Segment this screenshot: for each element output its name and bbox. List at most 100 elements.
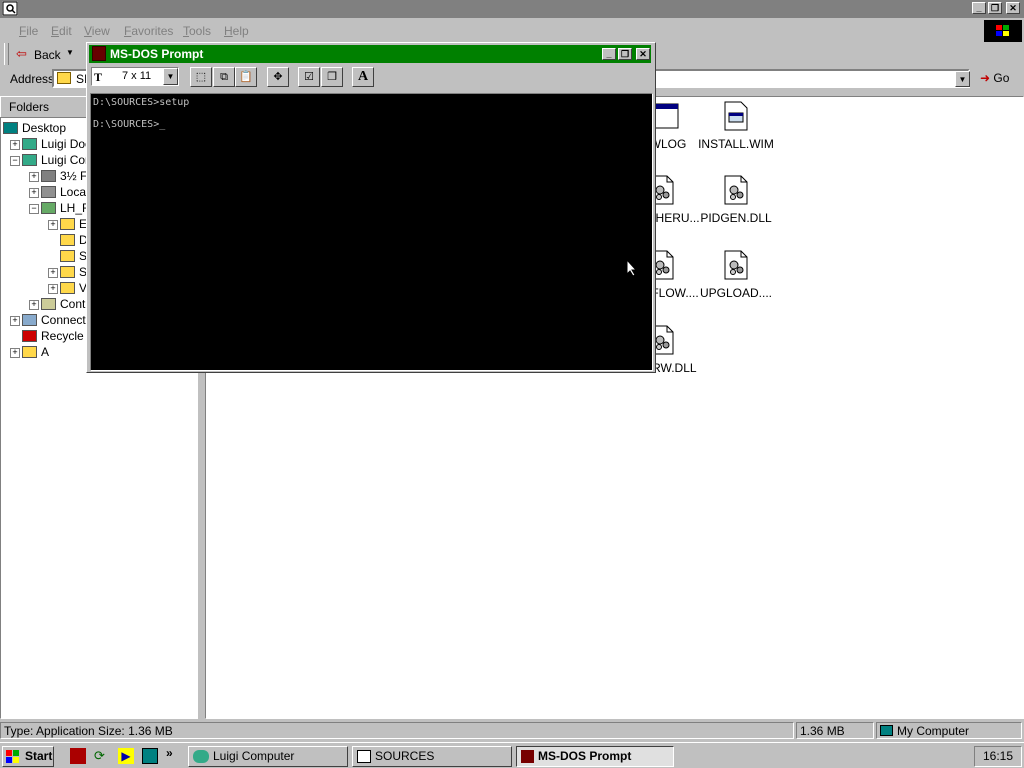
background-button[interactable]: ❐ [321,67,343,87]
explorer-icon [357,750,371,763]
tree-item-label: 3½ F [60,169,88,183]
taskbar-button-sources[interactable]: SOURCES [352,746,512,767]
network-computer-icon [193,750,209,763]
msdos-launch-icon[interactable] [70,748,86,764]
address-dropdown-button[interactable]: ▼ [955,71,970,87]
dos-titlebar[interactable]: MS-DOS Prompt _ ❐ ✕ [89,45,651,63]
dos-maximize-button[interactable]: ❐ [618,48,632,60]
folders-title: Folders [9,100,50,114]
mark-button[interactable]: ⬚ [190,67,212,87]
toolbar-grip[interactable] [4,43,9,65]
media-player-icon[interactable]: ▶ [118,748,134,764]
collapse-icon[interactable]: − [10,156,20,166]
file-name: INSTALL.WIM [698,137,774,151]
status-zone-label: My Computer [897,724,970,738]
cd-drive-icon [41,202,56,214]
start-button[interactable]: Start [2,746,54,767]
control-panel-icon [41,298,56,310]
menu-help[interactable]: Help [224,24,249,38]
folder-icon [60,218,75,230]
minimize-button[interactable]: _ [972,2,986,14]
tree-item-label: Luigi Doc [41,137,92,151]
recycle-bin-icon [22,330,37,342]
system-clock[interactable]: 16:15 [974,746,1022,767]
close-button[interactable]: ✕ [1006,2,1020,14]
expand-icon[interactable]: + [29,300,39,310]
font-size-select[interactable]: T 7 x 11 ▼ [91,67,179,86]
status-bar: Type: Application Size: 1.36 MB 1.36 MB … [0,721,1024,741]
expand-icon[interactable]: + [10,316,20,326]
floppy-icon [41,170,56,182]
dll-icon [723,250,749,280]
font-a-icon: A [357,69,369,84]
expand-icon[interactable]: + [10,348,20,358]
start-label: Start [25,749,53,763]
collapse-icon[interactable]: − [29,204,39,214]
font-button[interactable]: A [352,67,374,87]
address-label: Address [10,72,55,86]
expand-icon[interactable]: + [48,220,58,230]
dos-minimize-button[interactable]: _ [602,48,616,60]
dos-close-button[interactable]: ✕ [636,48,650,60]
refresh-icon[interactable]: ⟳ [94,748,110,764]
copy-icon: ⧉ [220,71,228,83]
taskbar-button-label: SOURCES [375,749,435,763]
menu-view[interactable]: View [84,24,110,38]
menu-tools[interactable]: Tools [183,24,211,38]
explorer-window-icon[interactable] [2,1,18,16]
explorer-titlebar[interactable]: _ ❐ ✕ [0,0,1024,18]
folder-icon [60,266,75,278]
wim-file-icon [723,101,749,131]
file-name: UPGLOAD.... [699,286,773,300]
tree-item-label: Connect [41,313,86,327]
dll-icon [723,175,749,205]
msdos-icon [521,750,534,763]
show-desktop-icon[interactable] [142,748,158,764]
file-item[interactable]: PIDGEN.DLL [696,175,776,225]
tree-item-label: Loca [60,185,87,199]
paste-button[interactable]: 📋 [235,67,257,87]
expand-icon[interactable]: + [48,268,58,278]
file-item[interactable]: INSTALL.WIM [696,101,776,151]
chevron-down-icon[interactable]: ▼ [163,68,178,85]
status-zone: My Computer [876,722,1022,739]
msdos-icon[interactable] [92,46,106,61]
hard-drive-icon [41,186,56,198]
expand-icon[interactable]: + [48,284,58,294]
properties-button[interactable]: ☑ [298,67,320,87]
taskbar: Start ⟳ ▶ » Luigi Computer SOURCES MS-DO… [0,742,1024,768]
dos-window[interactable]: MS-DOS Prompt _ ❐ ✕ T 7 x 11 ▼ ⬚ ⧉ 📋 ✥ ☑… [86,42,656,373]
folder-icon [60,282,75,294]
font-size-value: 7 x 11 [122,70,152,82]
restore-button[interactable]: ❐ [988,2,1002,14]
menu-edit[interactable]: Edit [51,24,72,38]
menu-file[interactable]: File [19,24,38,38]
chevron-down-icon[interactable]: ▼ [66,48,74,57]
fullscreen-button[interactable]: ✥ [267,67,289,87]
properties-icon: ☑ [304,71,314,83]
back-arrow-icon: ⇦ [16,46,27,61]
truetype-icon: T [94,70,103,84]
expand-icon[interactable]: + [10,140,20,150]
globe-icon [22,314,37,326]
desktop-icon [3,122,18,134]
tree-item-label: Luigi Con [41,153,92,167]
menu-favorites[interactable]: Favorites [124,24,173,38]
taskbar-button-ms-dos-prompt[interactable]: MS-DOS Prompt [516,746,674,767]
copy-button[interactable]: ⧉ [213,67,235,87]
quick-launch: ⟳ ▶ » [62,746,182,767]
chevron-right-icon[interactable]: » [166,746,173,760]
mark-icon: ⬚ [195,71,207,83]
mouse-cursor-icon [626,258,638,277]
dos-title-text: MS-DOS Prompt [110,47,204,61]
dos-console[interactable]: D:\SOURCES>setup D:\SOURCES>_ [90,93,653,371]
tree-item-label: Conti [60,297,89,311]
fullscreen-icon: ✥ [273,71,283,83]
status-type: Type: Application Size: 1.36 MB [0,722,794,739]
go-button[interactable]: ➜ Go [980,71,1009,85]
back-label: Back [34,48,61,62]
expand-icon[interactable]: + [29,172,39,182]
taskbar-button-luigi-computer[interactable]: Luigi Computer [188,746,348,767]
file-item[interactable]: UPGLOAD.... [696,250,776,300]
expand-icon[interactable]: + [29,188,39,198]
